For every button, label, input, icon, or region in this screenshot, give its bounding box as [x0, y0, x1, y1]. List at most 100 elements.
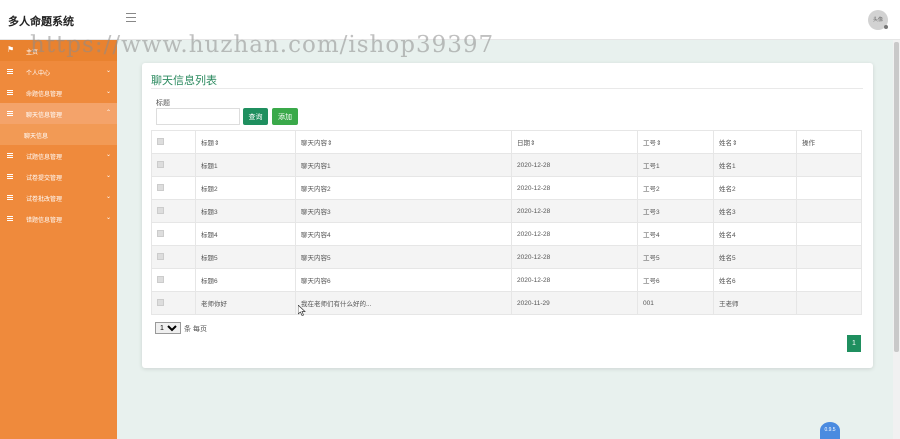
column-header-date[interactable]: 日期⇕ [511, 130, 638, 154]
column-header-label: 聊天内容 [301, 140, 327, 147]
sidebar-item-question-management[interactable]: 试题信息管理 ⌄ [0, 145, 117, 166]
divider [151, 88, 863, 89]
avatar-dropdown-icon[interactable] [884, 25, 888, 29]
query-button[interactable]: 查询 [243, 108, 268, 125]
cell-title: 标题6 [195, 268, 296, 292]
table-row[interactable]: 标题2 聊天内容2 2020-12-28 工号2 姓名2 [151, 176, 862, 200]
chevron-down-icon: ⌄ [106, 194, 112, 200]
chevron-down-icon: ⌄ [106, 89, 112, 95]
pagination-page-button[interactable]: 1 [847, 335, 861, 352]
search-label: 标题 [156, 100, 170, 107]
checkbox[interactable] [157, 160, 164, 168]
row-select-cell[interactable] [151, 291, 196, 315]
cell-title: 标题5 [195, 245, 296, 269]
column-header-content[interactable]: 聊天内容⇕ [295, 130, 512, 154]
sidebar-item-label: 试题信息管理 [26, 155, 63, 161]
cell-title: 标题1 [195, 153, 296, 177]
chevron-down-icon: ⌄ [106, 68, 112, 74]
checkbox[interactable] [157, 137, 164, 145]
column-header-title[interactable]: 标题⇕ [195, 130, 296, 154]
cell-actions [796, 222, 862, 246]
row-select-cell[interactable] [151, 199, 196, 223]
column-header-name[interactable]: 姓名⇕ [713, 130, 797, 154]
sidebar-item-label: 聊天信息 [24, 134, 49, 140]
sidebar-item-label: 聊天信息管理 [26, 113, 63, 119]
checkbox[interactable] [157, 183, 164, 191]
cell-job-number: 工号2 [637, 176, 714, 200]
cell-content: 聊天内容4 [295, 222, 512, 246]
select-all-cell[interactable] [151, 130, 196, 154]
cell-job-number: 工号1 [637, 153, 714, 177]
add-button[interactable]: 添加 [272, 108, 298, 125]
chat-list-panel: 聊天信息列表 标题 查询 添加 标题⇕ 聊天内容⇕ 日期⇕ 工号⇕ 姓名⇕ 操作… [142, 63, 873, 368]
cell-date: 2020-12-28 [511, 268, 638, 292]
chevron-down-icon: ⌄ [106, 173, 112, 179]
checkbox[interactable] [157, 252, 164, 260]
cell-actions [796, 176, 862, 200]
table-row[interactable]: 标题4 聊天内容4 2020-12-28 工号4 姓名4 [151, 222, 862, 246]
row-select-cell[interactable] [151, 153, 196, 177]
table-row[interactable]: 标题3 聊天内容3 2020-12-28 工号3 姓名3 [151, 199, 862, 223]
sort-icon: ⇕ [656, 140, 662, 147]
sidebar-item-paper-grading-management[interactable]: 试卷批改管理 ⌄ [0, 187, 117, 208]
cell-content: 聊天内容1 [295, 153, 512, 177]
table-row[interactable]: 标题5 聊天内容5 2020-12-28 工号5 姓名5 [151, 245, 862, 269]
cell-job-number: 工号6 [637, 268, 714, 292]
cell-name: 姓名4 [713, 222, 797, 246]
column-header-label: 标题 [201, 140, 214, 147]
column-header-job-number[interactable]: 工号⇕ [637, 130, 714, 154]
cell-content: 聊天内容6 [295, 268, 512, 292]
cell-actions [796, 153, 862, 177]
cell-name: 姓名1 [713, 153, 797, 177]
table-row[interactable]: 标题6 聊天内容6 2020-12-28 工号6 姓名6 [151, 268, 862, 292]
mouse-cursor-icon [298, 305, 306, 316]
row-select-cell[interactable] [151, 245, 196, 269]
sort-icon: ⇕ [327, 140, 333, 147]
checkbox[interactable] [157, 229, 164, 237]
sort-icon: ⇕ [530, 140, 536, 147]
cell-title: 标题4 [195, 222, 296, 246]
row-select-cell[interactable] [151, 176, 196, 200]
checkbox[interactable] [157, 206, 164, 214]
sidebar-item-chat-management[interactable]: 聊天信息管理 ⌃ [0, 103, 117, 124]
floating-badge[interactable]: 0.9.5 [820, 422, 840, 439]
column-header-label: 姓名 [719, 140, 732, 147]
scrollbar-thumb[interactable] [894, 42, 899, 352]
cell-date: 2020-12-28 [511, 153, 638, 177]
menu-icon [7, 216, 13, 221]
cell-actions [796, 199, 862, 223]
page-size-select[interactable]: 10 [155, 322, 181, 334]
checkbox[interactable] [157, 298, 164, 306]
sidebar-item-paper-submit-management[interactable]: 试卷提交管理 ⌄ [0, 166, 117, 187]
cell-job-number: 工号3 [637, 199, 714, 223]
table-row[interactable]: 老师你好 我在老师们有什么好的... 2020-11-29 001 王老师 [151, 291, 862, 315]
cell-job-number: 工号4 [637, 222, 714, 246]
column-header-actions: 操作 [796, 130, 862, 154]
menu-icon [7, 111, 13, 116]
flag-icon: ⚑ [7, 45, 15, 54]
checkbox[interactable] [157, 275, 164, 283]
menu-icon [7, 69, 13, 74]
cell-date: 2020-11-29 [511, 291, 638, 315]
chevron-up-icon: ⌃ [106, 110, 112, 116]
cell-title: 标题3 [195, 199, 296, 223]
sidebar-item-personal-center[interactable]: 个人中心 ⌄ [0, 61, 117, 82]
cell-name: 姓名3 [713, 199, 797, 223]
search-input[interactable] [156, 108, 240, 125]
cell-name: 姓名6 [713, 268, 797, 292]
cell-content: 聊天内容2 [295, 176, 512, 200]
sidebar-item-wrong-question-management[interactable]: 错题信息管理 ⌄ [0, 208, 117, 229]
cell-date: 2020-12-28 [511, 176, 638, 200]
row-select-cell[interactable] [151, 268, 196, 292]
cell-actions [796, 245, 862, 269]
app-title: 多人命题系统 [8, 16, 74, 28]
page-size-label: 条 每页 [184, 326, 207, 333]
sidebar-item-proposition-management[interactable]: 命题信息管理 ⌄ [0, 82, 117, 103]
cell-title: 标题2 [195, 176, 296, 200]
sidebar-subitem-chat-info[interactable]: 聊天信息 [0, 124, 117, 145]
menu-toggle-icon[interactable] [126, 13, 136, 22]
table-row[interactable]: 标题1 聊天内容1 2020-12-28 工号1 姓名1 [151, 153, 862, 177]
page-title: 聊天信息列表 [151, 75, 217, 87]
chat-table: 标题⇕ 聊天内容⇕ 日期⇕ 工号⇕ 姓名⇕ 操作 标题1 聊天内容1 2020-12… [151, 130, 862, 315]
row-select-cell[interactable] [151, 222, 196, 246]
